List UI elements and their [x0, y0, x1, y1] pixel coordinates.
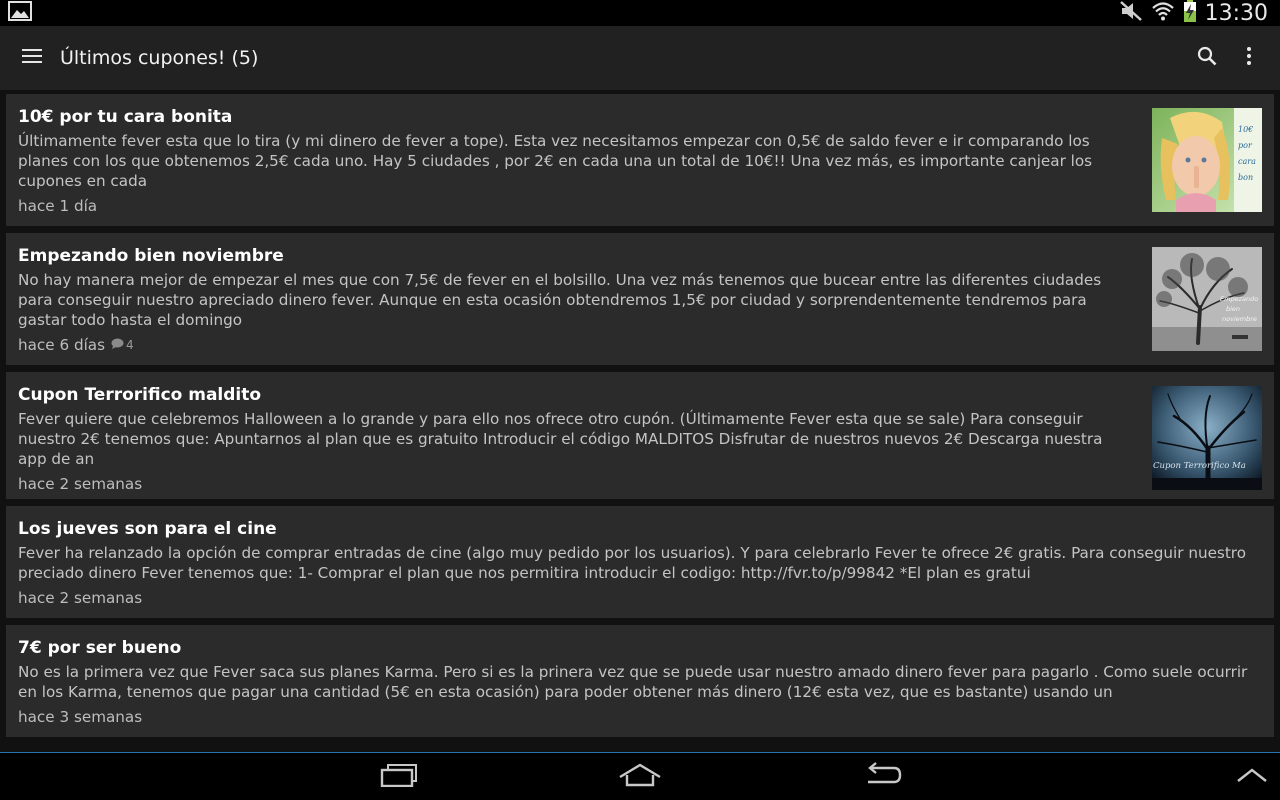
- item-summary: No hay manera mejor de empezar el mes qu…: [18, 271, 1102, 329]
- item-title: Empezando bien noviembre: [18, 246, 284, 266]
- list-item[interactable]: 7€ por ser bueno No es la primera vez qu…: [6, 625, 1274, 737]
- list-item[interactable]: Empezando bien noviembre No hay manera m…: [6, 233, 1274, 365]
- list-item[interactable]: 10€ por tu cara bonita Últimamente fever…: [6, 94, 1274, 226]
- item-time: hace 3 semanas: [18, 708, 143, 726]
- gallery-icon: [8, 1, 32, 25]
- status-bar: 13:30: [0, 0, 1280, 26]
- navigation-bar: [0, 753, 1280, 800]
- coupon-list: 10€ por tu cara bonita Últimamente fever…: [6, 94, 1274, 748]
- svg-text:por: por: [1238, 141, 1253, 150]
- item-summary: Fever ha relanzado la opción de comprar …: [18, 544, 1246, 582]
- item-title: Cupon Terrorifico maldito: [18, 385, 262, 405]
- thumbnail-text: Cupon Terrorifico Ma: [1153, 461, 1246, 471]
- overflow-menu-button[interactable]: [1228, 26, 1270, 90]
- home-icon: [618, 763, 662, 791]
- expand-up-button[interactable]: [1222, 759, 1280, 795]
- battery-charging-icon: [1183, 0, 1197, 26]
- recent-apps-icon: [380, 763, 420, 791]
- status-time: 13:30: [1204, 0, 1268, 26]
- svg-text:noviembre: noviembre: [1222, 315, 1257, 323]
- item-thumbnail: Cupon Terrorifico Ma: [1152, 386, 1262, 490]
- item-title: 7€ por ser bueno: [18, 638, 182, 658]
- item-time: hace 1 día: [18, 197, 98, 215]
- svg-text:cara: cara: [1238, 157, 1256, 166]
- page-title: Últimos cupones! (5): [60, 47, 259, 69]
- search-button[interactable]: [1186, 26, 1228, 90]
- item-summary: Últimamente fever esta que lo tira (y mi…: [18, 132, 1093, 190]
- item-time: hace 2 semanas: [18, 589, 143, 607]
- back-icon: [862, 762, 902, 792]
- back-button[interactable]: [852, 759, 912, 795]
- list-item[interactable]: Cupon Terrorifico maldito Fever quiere q…: [6, 372, 1274, 499]
- expand-up-icon: [1236, 767, 1268, 787]
- home-button[interactable]: [610, 759, 670, 795]
- item-summary: No es la primera vez que Fever saca sus …: [18, 663, 1248, 701]
- comment-count: 4: [111, 335, 134, 355]
- svg-text:bon: bon: [1238, 173, 1253, 182]
- item-title: Los jueves son para el cine: [18, 519, 277, 539]
- svg-text:bien: bien: [1226, 305, 1240, 313]
- item-title: 10€ por tu cara bonita: [18, 107, 233, 127]
- comment-icon: [111, 335, 124, 355]
- recent-apps-button[interactable]: [370, 759, 430, 795]
- action-bar: Últimos cupones! (5): [0, 26, 1280, 90]
- wifi-icon: [1151, 0, 1175, 26]
- search-icon: [1197, 46, 1217, 70]
- svg-text:Empezando: Empezando: [1220, 295, 1258, 303]
- list-item[interactable]: Los jueves son para el cine Fever ha rel…: [6, 506, 1274, 618]
- menu-button[interactable]: [0, 26, 64, 90]
- svg-text:10€: 10€: [1238, 125, 1253, 134]
- overflow-menu-icon: [1246, 46, 1252, 70]
- menu-icon: [22, 48, 42, 68]
- item-thumbnail: Empezando bien noviembre: [1152, 247, 1262, 351]
- item-thumbnail: 10€ por cara bon: [1152, 108, 1262, 212]
- mute-icon: [1119, 0, 1143, 26]
- item-time: hace 2 semanas: [18, 475, 143, 493]
- item-time: hace 6 días: [18, 336, 106, 354]
- item-summary: Fever quiere que celebremos Halloween a …: [18, 410, 1103, 468]
